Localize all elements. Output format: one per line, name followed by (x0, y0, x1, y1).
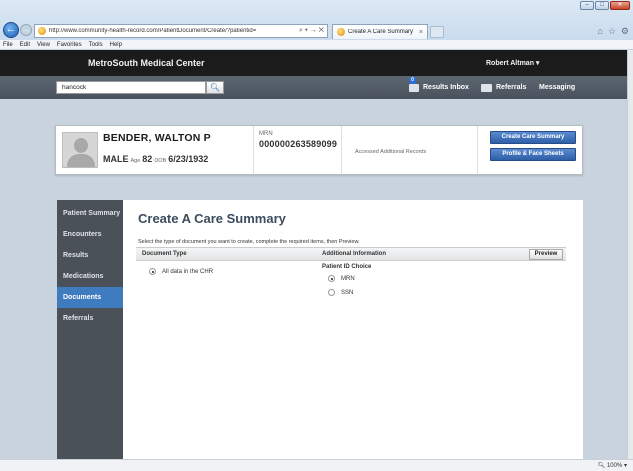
radio-all-data[interactable] (149, 268, 156, 275)
main-content: Create A Care Summary Select the type of… (123, 200, 583, 459)
zoom-level[interactable]: 🔍︎ 100% ▾ (598, 462, 627, 469)
search-toolbar: 🔍︎ 0 Results Inbox Referrals Messaging (0, 76, 627, 99)
settings-gear-icon[interactable]: ⚙ (621, 26, 629, 37)
referrals-label: Referrals (496, 84, 527, 91)
inbox-icon: 0 (409, 76, 419, 92)
profile-face-sheets-button[interactable]: Profile & Face Sheets (490, 148, 576, 161)
close-window-button[interactable]: ✕ (610, 1, 630, 10)
patient-banner: BENDER, WALTON P MALE Age 82 DOB 6/23/19… (55, 125, 583, 175)
instructions-text: Select the type of document you want to … (138, 239, 360, 245)
maximize-button[interactable]: □ (595, 1, 609, 10)
inbox-count-badge: 0 (409, 76, 416, 84)
tab-title: Create A Care Summary (348, 29, 414, 35)
banner-divider (477, 126, 478, 174)
messaging-label: Messaging (539, 84, 576, 91)
favorites-star-icon[interactable]: ☆ (608, 26, 616, 37)
zoom-value: 100% (606, 463, 623, 469)
patient-demographics: MALE Age 82 DOB 6/23/1932 (103, 154, 208, 164)
patient-name: BENDER, WALTON P (103, 132, 211, 144)
sidebar-item-referrals[interactable]: Referrals (57, 308, 123, 329)
tab-favicon-icon (337, 28, 345, 36)
patient-dob: 6/23/1932 (168, 154, 209, 164)
referrals-icon (481, 83, 492, 92)
patient-age: 82 (142, 154, 153, 164)
results-inbox-link[interactable]: 0 Results Inbox (409, 76, 469, 99)
app-header: MetroSouth Medical Center Robert Altman … (0, 50, 627, 76)
patient-sex: MALE (103, 154, 129, 164)
sidebar-nav: Patient Summary Encounters Results Medic… (57, 200, 130, 459)
document-option-label: All data in the CHR (162, 268, 214, 275)
browser-status-bar: 🔍︎ 100% ▾ (0, 459, 633, 471)
sidebar-item-medications[interactable]: Medications (57, 266, 123, 287)
minimize-button[interactable]: – (580, 1, 594, 10)
sidebar-item-results[interactable]: Results (57, 245, 123, 266)
menu-tools[interactable]: Tools (89, 42, 103, 48)
page-title: Create A Care Summary (138, 211, 286, 226)
id-option-ssn-label: SSN (341, 289, 354, 296)
dob-label: DOB (154, 158, 167, 164)
radio-mrn[interactable] (328, 275, 335, 282)
home-icon[interactable]: ⌂ (597, 26, 602, 37)
address-url[interactable]: http://www.community-health-record.com/P… (49, 28, 296, 34)
menu-favorites[interactable]: Favorites (57, 42, 82, 48)
menu-file[interactable]: File (3, 42, 13, 48)
avatar-head-icon (74, 138, 88, 153)
zoom-icon: 🔍︎ (597, 463, 606, 469)
document-option-all-data[interactable]: All data in the CHR (149, 268, 213, 275)
brand-title: MetroSouth Medical Center (88, 58, 205, 68)
sidebar-item-encounters[interactable]: Encounters (57, 224, 123, 245)
patient-search-input[interactable] (56, 81, 206, 94)
address-tools-icon[interactable]: ⌕ ▾ → ✕ (299, 27, 324, 35)
banner-divider (341, 126, 342, 174)
browser-tab[interactable]: Create A Care Summary × (332, 24, 428, 39)
radio-ssn[interactable] (328, 289, 335, 296)
menu-view[interactable]: View (37, 42, 50, 48)
sidebar-item-documents[interactable]: Documents (57, 287, 130, 308)
menu-bar: File Edit View Favorites Tools Help (0, 40, 633, 50)
create-care-summary-button[interactable]: Create Care Summary (490, 131, 576, 144)
patient-avatar (62, 132, 98, 168)
menu-help[interactable]: Help (110, 42, 122, 48)
mrn-label: MRN (259, 131, 273, 137)
id-option-mrn-label: MRN (341, 275, 355, 282)
preview-button[interactable]: Preview (529, 249, 563, 260)
additional-info-header: Additional Information (322, 251, 386, 257)
new-tab-button[interactable] (430, 26, 444, 38)
user-menu[interactable]: Robert Altman ▾ (486, 59, 539, 67)
browser-chrome: – □ ✕ ← → http://www.community-health-re… (0, 0, 633, 40)
search-icon[interactable]: 🔍︎ (206, 81, 224, 94)
menu-edit[interactable]: Edit (20, 42, 30, 48)
results-inbox-label: Results Inbox (423, 84, 469, 91)
page-scrollbar[interactable] (627, 50, 633, 459)
avatar-body-icon (67, 154, 95, 167)
forward-arrow-icon[interactable]: → (20, 24, 32, 36)
mrn-value: 000000263589099 (259, 139, 338, 149)
toolbar-icons: ⌂ ☆ ⚙ (597, 26, 629, 37)
tab-close-icon[interactable]: × (419, 29, 423, 36)
age-label: Age (130, 158, 141, 164)
messaging-link[interactable]: Messaging (539, 76, 575, 99)
document-type-header: Document Type (142, 251, 187, 257)
banner-divider (253, 126, 254, 174)
referrals-link[interactable]: Referrals (481, 76, 526, 99)
site-favicon-icon (38, 27, 46, 35)
id-option-ssn[interactable]: SSN (328, 289, 353, 296)
patient-id-choice-label: Patient ID Choice (322, 264, 372, 270)
window-controls: – □ ✕ (580, 1, 630, 10)
back-arrow-icon[interactable]: ← (3, 22, 19, 38)
id-option-mrn[interactable]: MRN (328, 275, 355, 282)
address-bar[interactable]: http://www.community-health-record.com/P… (34, 24, 328, 38)
accessed-records-note: Accessed Additional Records (355, 149, 427, 155)
form-table-header: Document Type Additional Information Pre… (136, 247, 566, 261)
sidebar-item-patient-summary[interactable]: Patient Summary (57, 203, 123, 224)
